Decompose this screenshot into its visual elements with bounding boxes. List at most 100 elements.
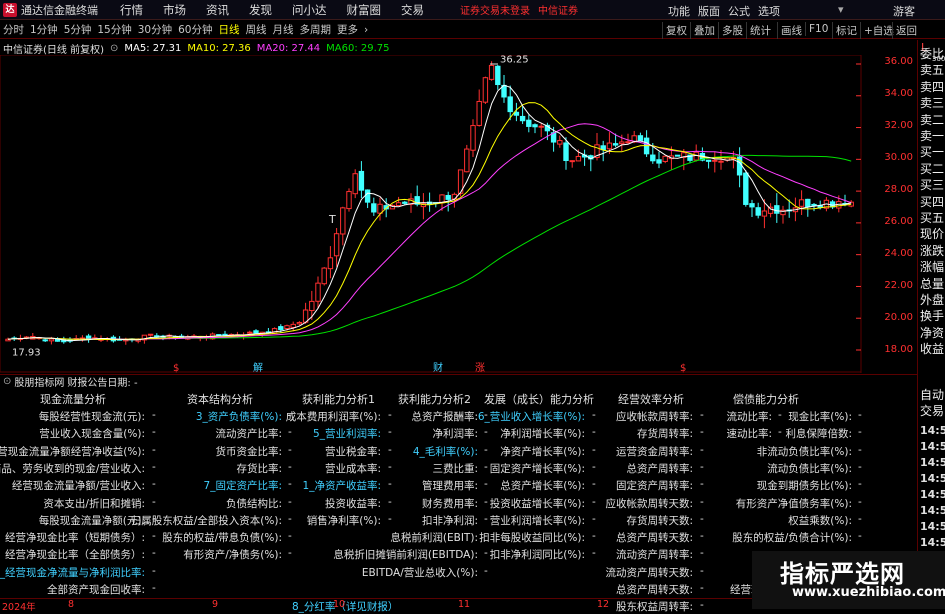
menu-hangqing[interactable]: 行情 bbox=[120, 2, 143, 18]
tab-profit-1[interactable]: 获利能力分析1 bbox=[302, 391, 375, 407]
menu-caifuquan[interactable]: 财富圈 bbox=[347, 2, 382, 18]
huaxian-button[interactable]: 画线 bbox=[777, 22, 805, 39]
candle-body bbox=[476, 100, 482, 126]
period-30min[interactable]: 30分钟 bbox=[135, 22, 175, 37]
side-item-13: 涨幅 bbox=[920, 260, 945, 275]
candle-body bbox=[811, 203, 817, 206]
candle-body bbox=[352, 173, 358, 195]
candle-body bbox=[526, 119, 532, 127]
capital-metric-label: 负债结构比: bbox=[225, 497, 282, 510]
minimize-icon[interactable]: ▾ bbox=[838, 3, 844, 16]
efficiency-metric-label: 总资产周转天数: bbox=[615, 584, 693, 596]
profit1-metric-value: - bbox=[388, 495, 392, 508]
candle-body bbox=[712, 159, 718, 162]
profit1-metric-value: - bbox=[388, 478, 392, 491]
chevron-right-icon[interactable]: › bbox=[361, 24, 371, 36]
indicator-header: ⊙ 股朋指标网 财报公告日期: - bbox=[0, 374, 917, 389]
candle-body bbox=[743, 172, 749, 205]
settings-icon[interactable]: ⊙ bbox=[110, 43, 118, 54]
side-item-16: 换手 bbox=[920, 309, 945, 324]
menu-zixun[interactable]: 资讯 bbox=[206, 2, 229, 18]
tab-cashflow[interactable]: 现金流量分析 bbox=[40, 391, 106, 407]
side-item-11: 现价 bbox=[920, 227, 945, 242]
efficiency-metric-label: 总资产周转率: bbox=[626, 462, 693, 475]
menu-banmian[interactable]: 版面 bbox=[698, 3, 720, 19]
f10-button[interactable]: F10 bbox=[805, 22, 831, 36]
candle-body bbox=[488, 64, 495, 80]
menu-xuanxiang[interactable]: 选项 bbox=[758, 3, 780, 19]
tab-efficiency[interactable]: 经营效率分析 bbox=[618, 391, 684, 407]
tab-growth[interactable]: 发展（成长）能力分析 bbox=[484, 391, 594, 407]
side-item-10: 买五 bbox=[920, 211, 945, 225]
duogu-button[interactable]: 多股 bbox=[718, 22, 746, 39]
period-5min[interactable]: 5分钟 bbox=[61, 22, 95, 37]
period-daily[interactable]: 日线 bbox=[216, 22, 243, 37]
event-marker-s1: $ bbox=[173, 363, 179, 373]
back-button[interactable]: 返回 bbox=[892, 22, 920, 39]
profit2-metric-label: 管理费用率: bbox=[421, 480, 478, 493]
solvency2-metric-label: 有形资产净值债务率(%): bbox=[735, 497, 852, 510]
title-bar: 达 通达信金融终端 行情 市场 资讯 发现 问小达 财富圈 交易 证券交易未登录… bbox=[0, 0, 945, 20]
menu-faxian[interactable]: 发现 bbox=[249, 2, 272, 18]
tab-capital-structure[interactable]: 资本结构分析 bbox=[187, 391, 253, 407]
side-item-2: 卖四 bbox=[920, 79, 945, 94]
side-item-15: 外盘 bbox=[920, 293, 945, 307]
period-fenshi[interactable]: 分时 bbox=[0, 22, 27, 37]
candle-body bbox=[705, 159, 712, 162]
menu-wenxiaoda[interactable]: 问小达 bbox=[292, 2, 327, 18]
cashflow-metric-value: - bbox=[152, 426, 156, 439]
menu-gongshi[interactable]: 公式 bbox=[728, 3, 750, 19]
growth-metric-label: 扣非净利润同比(%): bbox=[489, 549, 585, 562]
capital-metric-label: 3_资产负债率(%): bbox=[195, 411, 282, 423]
period-1min[interactable]: 1分钟 bbox=[27, 22, 61, 37]
menu-shichang[interactable]: 市场 bbox=[163, 2, 186, 18]
period-weekly[interactable]: 周线 bbox=[243, 22, 270, 37]
efficiency-metric-value: - bbox=[700, 460, 704, 473]
login-warning[interactable]: 证券交易未登录 bbox=[460, 2, 530, 17]
t-marker: T bbox=[328, 213, 336, 226]
cashflow-metric-value: - bbox=[152, 409, 156, 421]
tongji-button[interactable]: 统计 bbox=[746, 22, 774, 39]
settings-icon[interactable]: ⊙ bbox=[3, 376, 11, 387]
candle-body bbox=[315, 282, 321, 302]
side-item-5: 卖一 bbox=[920, 129, 945, 143]
period-15min[interactable]: 15分钟 bbox=[94, 22, 134, 37]
user-label[interactable]: 游客 bbox=[893, 3, 915, 19]
candle-body bbox=[662, 155, 668, 162]
growth-metric-label: 净利润增长率(%): bbox=[500, 428, 585, 441]
profit1-metric-label: 投资收益率: bbox=[324, 497, 381, 510]
ytick: 36.00 bbox=[884, 56, 913, 67]
side-item-18: 收益 bbox=[920, 342, 945, 357]
candle-body bbox=[755, 207, 761, 216]
stock-name: 中信证券(日线 前复权) bbox=[3, 44, 104, 56]
side-time-5: 14:5 bbox=[920, 504, 945, 517]
period-60min[interactable]: 60分钟 bbox=[175, 22, 215, 37]
candle-body bbox=[48, 338, 55, 342]
side-lower-0[interactable]: 自动 bbox=[920, 386, 944, 403]
fuquan-button[interactable]: 复权 bbox=[662, 22, 690, 39]
period-multi[interactable]: 多周期 bbox=[297, 22, 335, 37]
cashflow-metric-value: - bbox=[152, 460, 156, 473]
solvency2-metric-value: - bbox=[858, 512, 862, 525]
period-monthly[interactable]: 月线 bbox=[270, 22, 297, 37]
candle-body bbox=[532, 124, 538, 128]
tab-solvency[interactable]: 偿债能力分析 bbox=[733, 391, 799, 407]
indicator-name[interactable]: 股朋指标网 bbox=[14, 374, 64, 389]
menu-jiaoyi[interactable]: 交易 bbox=[401, 2, 424, 18]
tab-profit-2[interactable]: 获利能力分析2 bbox=[398, 391, 471, 407]
candle-body bbox=[333, 233, 340, 257]
solvency-metric-value: - bbox=[778, 426, 782, 439]
capital-metric-label: 归属股东权益/全部投入资本(%): bbox=[130, 514, 282, 527]
growth-metric-value: - bbox=[592, 495, 596, 508]
period-more[interactable]: 更多 bbox=[334, 22, 361, 37]
side-lower-1[interactable]: 交易 bbox=[920, 402, 944, 419]
diejia-button[interactable]: 叠加 bbox=[690, 22, 718, 39]
efficiency-metric-label: 应收帐款周转天数: bbox=[605, 497, 693, 510]
broker-name[interactable]: 中信证券 bbox=[538, 2, 578, 17]
kline-chart[interactable]: 36.25 17.93 T $ 解 财 涨 $ bbox=[0, 55, 862, 373]
menu-gongneng[interactable]: 功能 bbox=[668, 3, 690, 19]
profit1-metric-label: 成本费用利润率(%): bbox=[285, 411, 381, 423]
biaoji-button[interactable]: 标记 bbox=[832, 22, 860, 39]
ma10-line bbox=[7, 102, 852, 341]
cashflow-metric-value: - bbox=[152, 443, 156, 456]
